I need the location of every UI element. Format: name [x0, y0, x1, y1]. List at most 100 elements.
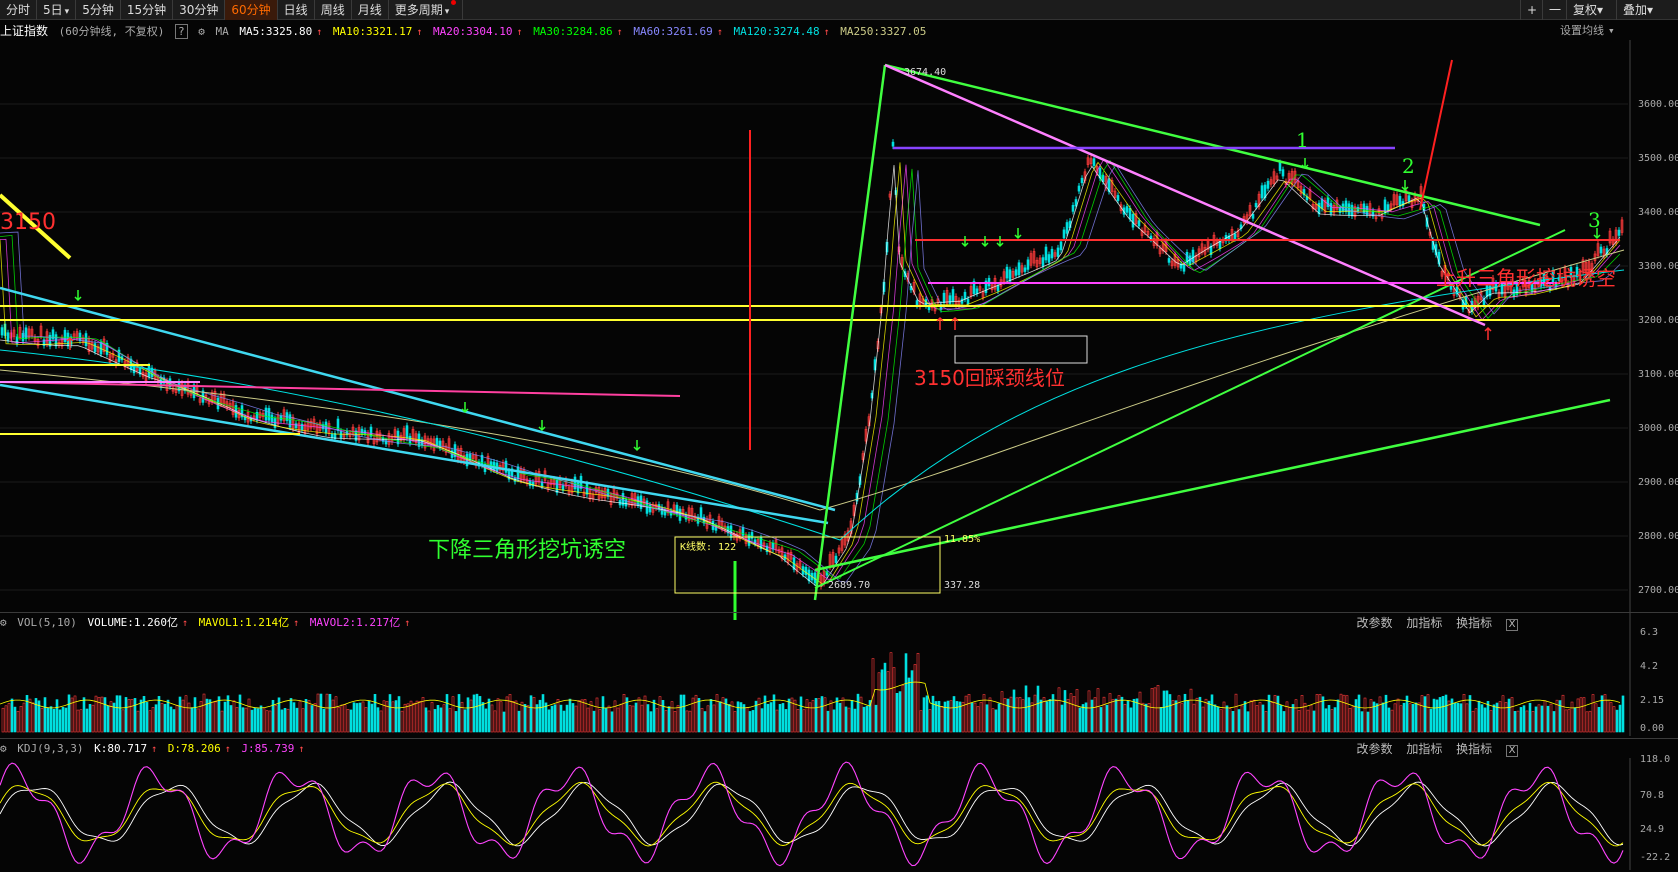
volume-bar: [904, 653, 908, 733]
gear-icon[interactable]: ⚙: [198, 25, 205, 38]
volume-bar: [994, 709, 998, 733]
kdj-add-indicator-button[interactable]: 加指标: [1406, 742, 1442, 756]
volume-bar: [916, 652, 920, 733]
volume-bar: [1039, 699, 1043, 733]
volume-bar: [1087, 690, 1091, 733]
tab-daily[interactable]: 日线: [278, 0, 315, 20]
vol-close-button[interactable]: X: [1506, 619, 1518, 631]
candle-body: [891, 141, 895, 147]
fuquan-dropdown[interactable]: 复权▾: [1566, 0, 1609, 20]
volume-bar: [1111, 699, 1115, 733]
volume-bar: [451, 696, 455, 733]
volume-bar: [1204, 698, 1208, 733]
tab-30min[interactable]: 30分钟: [173, 0, 226, 20]
volume-bar: [118, 695, 122, 733]
volume-bar: [490, 704, 494, 733]
volume-bar: [43, 697, 47, 733]
ma-settings-button[interactable]: 设置均线 ▾: [1560, 22, 1619, 40]
help-icon[interactable]: ?: [175, 24, 188, 39]
tab-15min[interactable]: 15分钟: [121, 0, 174, 20]
candle-body: [6, 332, 10, 341]
volume-bar: [298, 701, 302, 733]
volume-bar: [1501, 695, 1505, 733]
candle-body: [294, 423, 298, 429]
volume-bar: [295, 707, 299, 733]
kdj-k-line: [0, 781, 1624, 847]
volume-bar: [439, 707, 443, 733]
volume-bar: [847, 707, 851, 733]
tab-5day[interactable]: 5日 ▾: [37, 0, 77, 20]
volume-bar: [442, 704, 446, 733]
volume-bar: [913, 664, 917, 733]
vol-switch-indicator-button[interactable]: 换指标: [1456, 616, 1492, 630]
volume-bar: [1252, 699, 1256, 733]
gear-icon[interactable]: ⚙: [0, 616, 7, 629]
kdj-params-button[interactable]: 改参数: [1356, 742, 1392, 756]
candle-body: [1278, 162, 1282, 171]
zoom-in-button[interactable]: +: [1520, 0, 1543, 20]
tab-monthly[interactable]: 月线: [352, 0, 389, 20]
volume-bar: [52, 708, 56, 733]
volume-bar: [1006, 698, 1010, 733]
volume-bar: [1165, 690, 1169, 733]
volume-bar: [763, 695, 767, 733]
overlay-dropdown[interactable]: 叠加▾: [1616, 0, 1659, 20]
volume-bar: [154, 704, 158, 733]
volume-bar: [172, 709, 176, 733]
tab-5min[interactable]: 5分钟: [76, 0, 121, 20]
signal-arrow: [936, 316, 944, 330]
volume-bar: [706, 705, 710, 733]
volume-bar: [1093, 697, 1097, 733]
tab-fenshi[interactable]: 分时: [0, 0, 38, 20]
volume-bar: [1360, 711, 1364, 733]
vol-params-button[interactable]: 改参数: [1356, 616, 1392, 630]
tab-weekly[interactable]: 周线: [315, 0, 352, 20]
gear-icon[interactable]: ⚙: [0, 742, 7, 755]
volume-bar: [829, 700, 833, 733]
volume-bar: [1348, 708, 1352, 733]
volume-bar: [1, 707, 5, 733]
volume-bar: [511, 701, 515, 733]
volume-bar: [1126, 700, 1130, 733]
volume-bar: [253, 707, 257, 733]
volume-bar: [1024, 685, 1028, 733]
volume-bar: [1234, 693, 1238, 733]
volume-bar: [418, 701, 422, 733]
volume-bar: [1222, 701, 1226, 733]
volume-bar: [700, 708, 704, 733]
volume-bar: [274, 705, 278, 733]
vol-add-indicator-button[interactable]: 加指标: [1406, 616, 1442, 630]
target-arrow-line: [1419, 59, 1453, 211]
volume-bar: [1231, 710, 1235, 733]
volume-bar: [424, 707, 428, 733]
signal-arrow: [951, 316, 959, 330]
volume-bar: [331, 699, 335, 733]
volume-bar: [1228, 708, 1232, 733]
volume-bar: [163, 703, 167, 733]
notification-dot: [451, 0, 457, 5]
volume-bar: [1513, 711, 1517, 733]
volume-bar: [928, 709, 932, 733]
volume-bar: [139, 699, 143, 733]
volume-bar: [1135, 698, 1139, 733]
zoom-out-button[interactable]: 一: [1542, 0, 1567, 20]
volume-bar: [931, 695, 935, 733]
volume-bar: [1138, 691, 1142, 733]
candle-body: [1026, 259, 1030, 270]
volume-bar: [106, 705, 110, 733]
volume-bar: [1579, 697, 1583, 733]
volume-bar: [1537, 704, 1541, 733]
volume-bar: [466, 697, 470, 733]
signal-arrow: [1401, 180, 1409, 192]
price-tick: 2900.00: [1638, 477, 1678, 488]
tab-60min[interactable]: 60分钟: [225, 0, 278, 20]
tab-more-periods[interactable]: 更多周期 ▾: [389, 0, 464, 20]
volume-bar: [313, 703, 317, 733]
kdj-close-button[interactable]: X: [1506, 745, 1518, 757]
price-tick: 2700.00: [1638, 585, 1678, 596]
volume-bar: [1423, 696, 1427, 733]
volume-bar: [1180, 703, 1184, 733]
volume-bar: [1342, 694, 1346, 733]
kdj-switch-indicator-button[interactable]: 换指标: [1456, 742, 1492, 756]
volume-bar: [1585, 711, 1589, 733]
